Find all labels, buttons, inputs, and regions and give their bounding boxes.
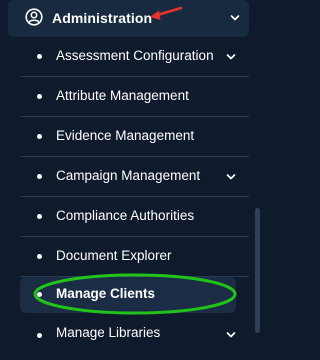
menu-item-label: Document Explorer — [56, 248, 172, 263]
annotation-oval — [33, 273, 237, 315]
menu-item-manage-libraries[interactable]: Manage Libraries — [20, 320, 249, 360]
chevron-down-icon[interactable] — [225, 51, 237, 63]
user-circle-icon — [25, 8, 43, 26]
bullet-icon — [37, 134, 42, 139]
menu-item-label: Evidence Management — [56, 128, 195, 143]
administration-label: Administration — [52, 10, 153, 26]
menu-item-label: Attribute Management — [56, 88, 189, 103]
menu-item-evidence-management[interactable]: Evidence Management — [20, 117, 249, 157]
menu-item-compliance-authorities[interactable]: Compliance Authorities — [20, 197, 249, 237]
annotation-arrow — [150, 6, 183, 20]
scrollbar[interactable] — [255, 208, 260, 333]
menu-item-campaign-management[interactable]: Campaign Management — [20, 157, 249, 197]
bullet-icon — [37, 174, 42, 179]
menu-item-attribute-management[interactable]: Attribute Management — [20, 77, 249, 117]
chevron-down-icon[interactable] — [225, 171, 237, 183]
bullet-icon — [37, 54, 42, 59]
menu-item-assessment-configuration[interactable]: Assessment Configuration — [20, 37, 249, 77]
menu-item-document-explorer[interactable]: Document Explorer — [20, 237, 249, 277]
bullet-icon — [37, 214, 42, 219]
bullet-icon — [37, 94, 42, 99]
bullet-icon — [37, 333, 42, 338]
chevron-down-icon[interactable] — [229, 12, 241, 24]
bullet-icon — [37, 254, 42, 259]
menu-item-label: Assessment Configuration — [56, 48, 214, 63]
menu-item-label: Campaign Management — [56, 168, 201, 183]
administration-section-header[interactable]: Administration — [8, 0, 249, 37]
menu-item-label: Compliance Authorities — [56, 208, 195, 223]
chevron-down-icon[interactable] — [225, 329, 237, 341]
